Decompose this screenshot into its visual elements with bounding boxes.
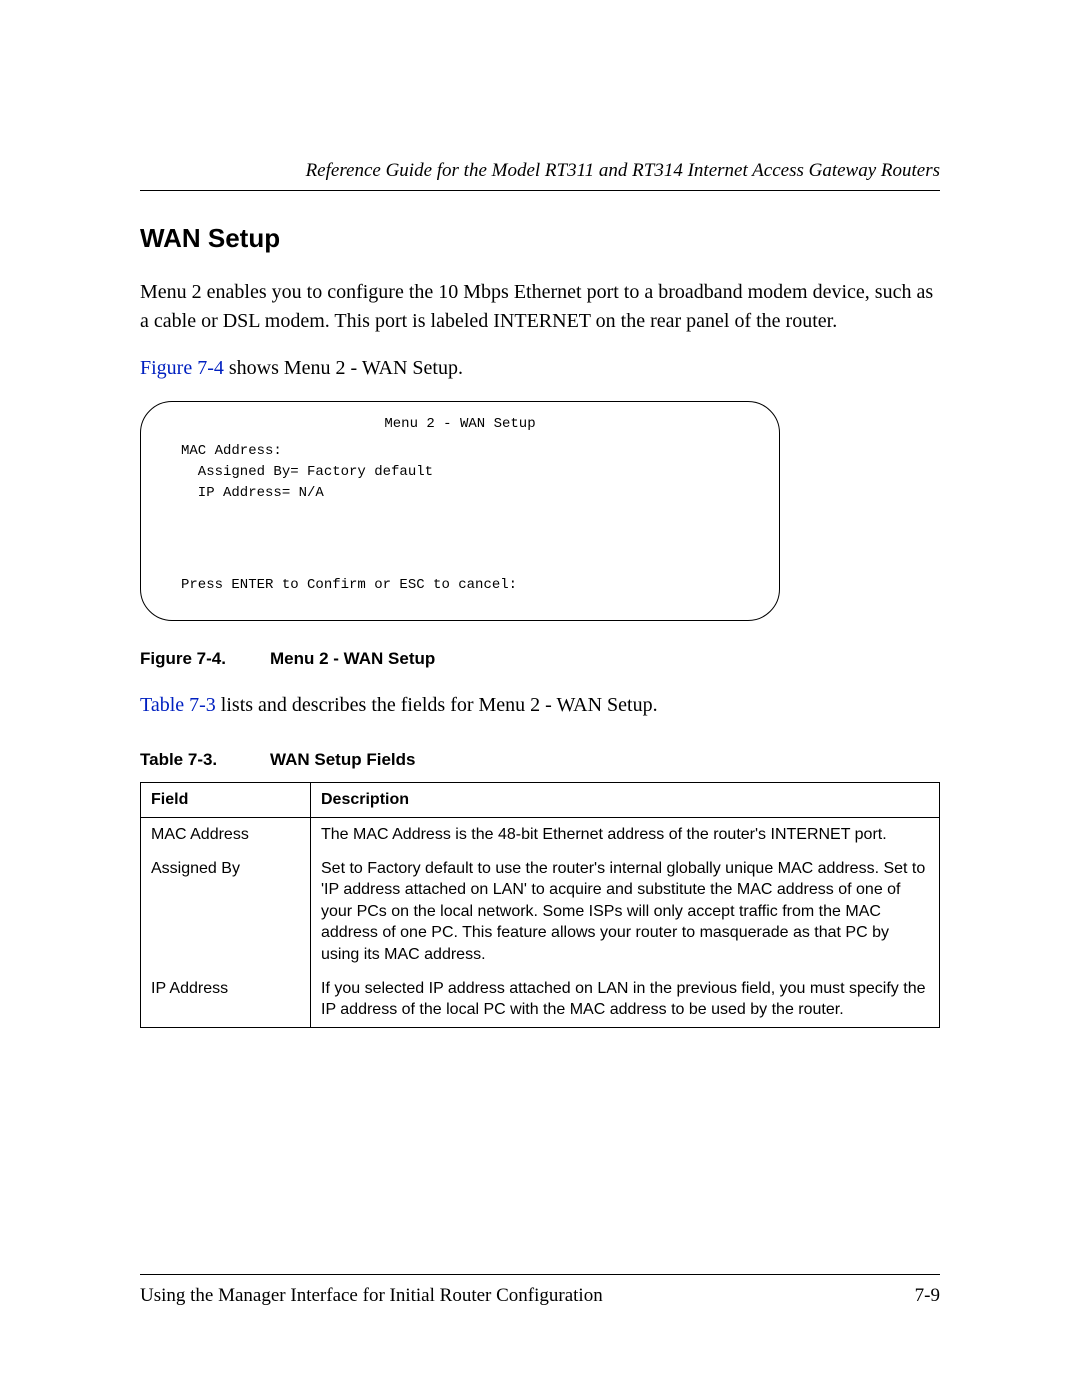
table-row: IP Address If you selected IP address at… — [141, 972, 940, 1028]
table-cell-field: IP Address — [141, 972, 311, 1028]
table-cell-description: Set to Factory default to use the router… — [311, 852, 940, 972]
table-row: Assigned By Set to Factory default to us… — [141, 852, 940, 972]
terminal-prompt: Press ENTER to Confirm or ESC to cancel: — [181, 575, 739, 602]
footer-page-number: 7-9 — [915, 1285, 940, 1307]
figure-crossref-link[interactable]: Figure 7-4 — [140, 357, 224, 379]
table-cell-description: The MAC Address is the 48-bit Ethernet a… — [311, 818, 940, 852]
terminal-title: Menu 2 - WAN Setup — [181, 414, 739, 435]
figure-number: Figure 7-4. — [140, 649, 270, 669]
table-cell-field: Assigned By — [141, 852, 311, 972]
table-cell-description: If you selected IP address attached on L… — [311, 972, 940, 1028]
table-title: WAN Setup Fields — [270, 750, 415, 769]
table-caption: Table 7-3.WAN Setup Fields — [140, 750, 940, 770]
header-rule — [140, 190, 940, 191]
section-heading: WAN Setup — [140, 223, 940, 254]
figure-title: Menu 2 - WAN Setup — [270, 649, 435, 668]
table-cell-field: MAC Address — [141, 818, 311, 852]
wan-setup-fields-table: Field Description MAC Address The MAC Ad… — [140, 782, 940, 1028]
running-header: Reference Guide for the Model RT311 and … — [140, 160, 940, 190]
figure-caption: Figure 7-4.Menu 2 - WAN Setup — [140, 649, 940, 669]
table-crossref-link[interactable]: Table 7-3 — [140, 694, 216, 716]
figure-7-4: Menu 2 - WAN Setup MAC Address: Assigned… — [140, 401, 940, 621]
table-number: Table 7-3. — [140, 750, 270, 770]
intro-paragraph-2: Figure 7-4 shows Menu 2 - WAN Setup. — [140, 354, 940, 383]
page-footer: Using the Manager Interface for Initial … — [140, 1274, 940, 1307]
table-header-description: Description — [311, 783, 940, 818]
table-row: MAC Address The MAC Address is the 48-bi… — [141, 818, 940, 852]
intro-paragraph-1: Menu 2 enables you to configure the 10 M… — [140, 278, 940, 336]
terminal-screen: Menu 2 - WAN Setup MAC Address: Assigned… — [140, 401, 780, 621]
footer-rule — [140, 1274, 940, 1275]
terminal-body: MAC Address: Assigned By= Factory defaul… — [181, 441, 739, 504]
table-header-field: Field — [141, 783, 311, 818]
table-intro-rest: lists and describes the fields for Menu … — [216, 694, 658, 716]
footer-chapter-title: Using the Manager Interface for Initial … — [140, 1285, 603, 1307]
intro-paragraph-2-rest: shows Menu 2 - WAN Setup. — [224, 357, 463, 379]
table-intro-paragraph: Table 7-3 lists and describes the fields… — [140, 691, 940, 720]
